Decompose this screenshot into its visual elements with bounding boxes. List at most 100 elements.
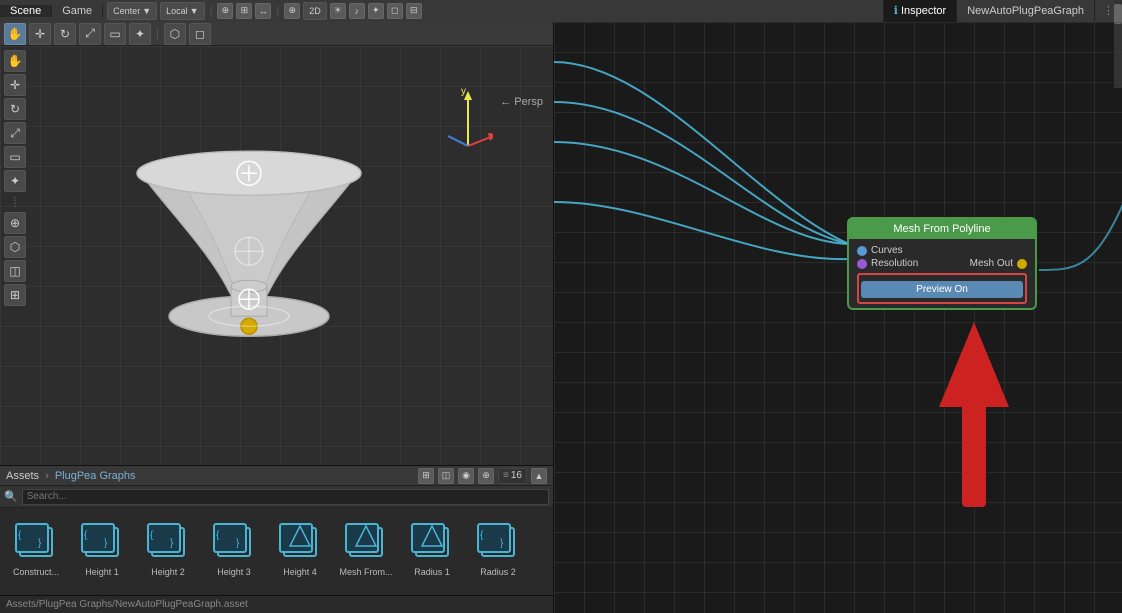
lt-scale[interactable]: ⤢ (4, 122, 26, 144)
main-content: ✋ ✛ ↻ ⤢ ▭ ✦ | ⬡ ◻ ✋ ✛ ↻ ⤢ ▭ ✦ ⁞ ⊕ ⬡ ◫ (0, 22, 1122, 613)
local-btn[interactable]: Local ▼ (160, 2, 204, 20)
assets-icon-2[interactable]: ◫ (438, 468, 454, 484)
lt-hand[interactable]: ✋ (4, 50, 26, 72)
toolbar-icon-grid2[interactable]: ⊟ (406, 3, 422, 19)
asset-icon-height3: { } (210, 516, 258, 564)
port-mesh-out-dot (1017, 259, 1027, 269)
asset-icon-construct: { } (12, 516, 60, 564)
assets-icon-3[interactable]: ◉ (458, 468, 474, 484)
asset-item-radius1[interactable]: Radius 1 (402, 516, 462, 577)
tool-extra2[interactable]: ◻ (189, 23, 211, 45)
asset-icon-radius1 (408, 516, 456, 564)
node-header: Mesh From Polyline (849, 219, 1035, 239)
assets-icon-4[interactable]: ⊕ (478, 468, 494, 484)
tool-move[interactable]: ✛ (29, 23, 51, 45)
toolbar-icon-sky[interactable]: ◻ (387, 3, 403, 19)
port-curves-dot (857, 246, 867, 256)
port-row-curves: Curves (857, 245, 1027, 256)
tab-inspector[interactable]: ℹ Inspector (884, 0, 957, 22)
asset-label-radius2: Radius 2 (480, 567, 516, 577)
status-path: Assets/PlugPea Graphs/NewAutoPlugPeaGrap… (6, 599, 248, 610)
assets-list: { } Construct... { } (0, 508, 553, 596)
lt-extra4[interactable]: ⊞ (4, 284, 26, 306)
asset-icon-height1: { } (78, 516, 126, 564)
asset-item-height1[interactable]: { } Height 1 (72, 516, 132, 577)
node-mesh-from-polyline: Mesh From Polyline Curves Resolution Mes… (847, 217, 1037, 310)
toolbar-icon-3[interactable]: ↔ (255, 3, 271, 19)
tool-extra1[interactable]: ⬡ (164, 23, 186, 45)
tab-graph[interactable]: NewAutoPlugPeaGraph (957, 0, 1095, 22)
lt-move[interactable]: ✛ (4, 74, 26, 96)
tool-rotate[interactable]: ↻ (54, 23, 76, 45)
bottom-panel: Assets › PlugPea Graphs ⊞ ◫ ◉ ⊕ ≡ 16 ▲ (0, 465, 553, 595)
asset-label-construct: Construct... (13, 567, 59, 577)
svg-text:y: y (461, 86, 466, 97)
tool-hand[interactable]: ✋ (4, 23, 26, 45)
mesh-svg (109, 131, 389, 371)
asset-label-height2: Height 2 (151, 567, 185, 577)
port-mesh-out-right: Mesh Out (970, 258, 1027, 269)
tab-game[interactable]: Game (52, 5, 103, 17)
asset-label-radius1: Radius 1 (414, 567, 450, 577)
assets-folder-link[interactable]: PlugPea Graphs (55, 470, 136, 482)
toolbar-icon-2[interactable]: ⊞ (236, 3, 252, 19)
2d-btn[interactable]: 2D (303, 2, 327, 20)
asset-icon-radius2: { } (474, 516, 522, 564)
center-btn[interactable]: Center ▼ (107, 2, 157, 20)
asset-label-meshfrom: Mesh From... (339, 567, 392, 577)
y-axis-indicator: y (443, 86, 493, 159)
toolbar-icon-pivot[interactable]: ⊕ (284, 3, 300, 19)
port-row-resolution: Resolution Mesh Out (857, 258, 1027, 269)
persp-label: ← Persp (500, 96, 543, 108)
assets-bar: Assets › PlugPea Graphs ⊞ ◫ ◉ ⊕ ≡ 16 ▲ (0, 466, 553, 486)
axis-svg: y (443, 86, 493, 156)
asset-icon-height4 (276, 516, 324, 564)
port-resolution-dot (857, 259, 867, 269)
right-panel: Mesh From Polyline Curves Resolution Mes… (554, 22, 1122, 613)
asset-label-height1: Height 1 (85, 567, 119, 577)
lt-transform[interactable]: ✦ (4, 170, 26, 192)
asset-icon-meshfrom (342, 516, 390, 564)
left-toolbar: ✋ ✛ ↻ ⤢ ▭ ✦ ⁞ ⊕ ⬡ ◫ ⊞ (0, 46, 30, 310)
lt-extra2[interactable]: ⬡ (4, 236, 26, 258)
annotation-svg (894, 317, 1054, 537)
search-icon: 🔍 (4, 490, 18, 503)
asset-icon-height2: { } (144, 516, 192, 564)
assets-toolbar: 🔍 (0, 486, 553, 508)
toolbar-icon-1[interactable]: ⊕ (217, 3, 233, 19)
lt-extra3[interactable]: ◫ (4, 260, 26, 282)
preview-button[interactable]: Preview On (861, 281, 1023, 298)
top-toolbar: Scene Game Center ▼ Local ▼ | ⊕ ⊞ ↔ | ⊕ … (0, 0, 1122, 22)
asset-item-meshfrom[interactable]: Mesh From... (336, 516, 396, 577)
scene-toolbar: ✋ ✛ ↻ ⤢ ▭ ✦ | ⬡ ◻ (0, 22, 553, 46)
toolbar-icon-light[interactable]: ☀ (330, 3, 346, 19)
tool-transform[interactable]: ✦ (129, 23, 151, 45)
graph-canvas[interactable]: Mesh From Polyline Curves Resolution Mes… (554, 22, 1122, 613)
toolbar-icon-audio[interactable]: ♪ (349, 3, 365, 19)
asset-item-height2[interactable]: { } Height 2 (138, 516, 198, 577)
assets-search-input[interactable] (22, 489, 549, 505)
3d-mesh (109, 131, 389, 371)
asset-item-height3[interactable]: { } Height 3 (204, 516, 264, 577)
tab-scene[interactable]: Scene (0, 5, 52, 17)
tool-rect[interactable]: ▭ (104, 23, 126, 45)
tool-scale[interactable]: ⤢ (79, 23, 101, 45)
status-bar: Assets/PlugPea Graphs/NewAutoPlugPeaGrap… (0, 595, 553, 613)
toolbar-icon-fx[interactable]: ✦ (368, 3, 384, 19)
asset-item-height4[interactable]: Height 4 (270, 516, 330, 577)
asset-label-height4: Height 4 (283, 567, 317, 577)
node-button-container: Preview On (857, 273, 1027, 304)
assets-scroll-up[interactable]: ▲ (531, 468, 547, 484)
lt-rect[interactable]: ▭ (4, 146, 26, 168)
lt-extra1[interactable]: ⊕ (4, 212, 26, 234)
assets-icon-1[interactable]: ⊞ (418, 468, 434, 484)
scene-viewport: ✋ ✛ ↻ ⤢ ▭ ✦ ⁞ ⊕ ⬡ ◫ ⊞ (0, 46, 553, 465)
lt-rotate[interactable]: ↻ (4, 98, 26, 120)
asset-label-height3: Height 3 (217, 567, 251, 577)
asset-item-construct[interactable]: { } Construct... (6, 516, 66, 577)
left-panel: ✋ ✛ ↻ ⤢ ▭ ✦ | ⬡ ◻ ✋ ✛ ↻ ⤢ ▭ ✦ ⁞ ⊕ ⬡ ◫ (0, 22, 554, 613)
node-body: Curves Resolution Mesh Out Preview On (849, 239, 1035, 308)
asset-item-radius2[interactable]: { } Radius 2 (468, 516, 528, 577)
arrow-annotation (894, 317, 1054, 537)
assets-title: Assets › PlugPea Graphs (6, 470, 136, 482)
